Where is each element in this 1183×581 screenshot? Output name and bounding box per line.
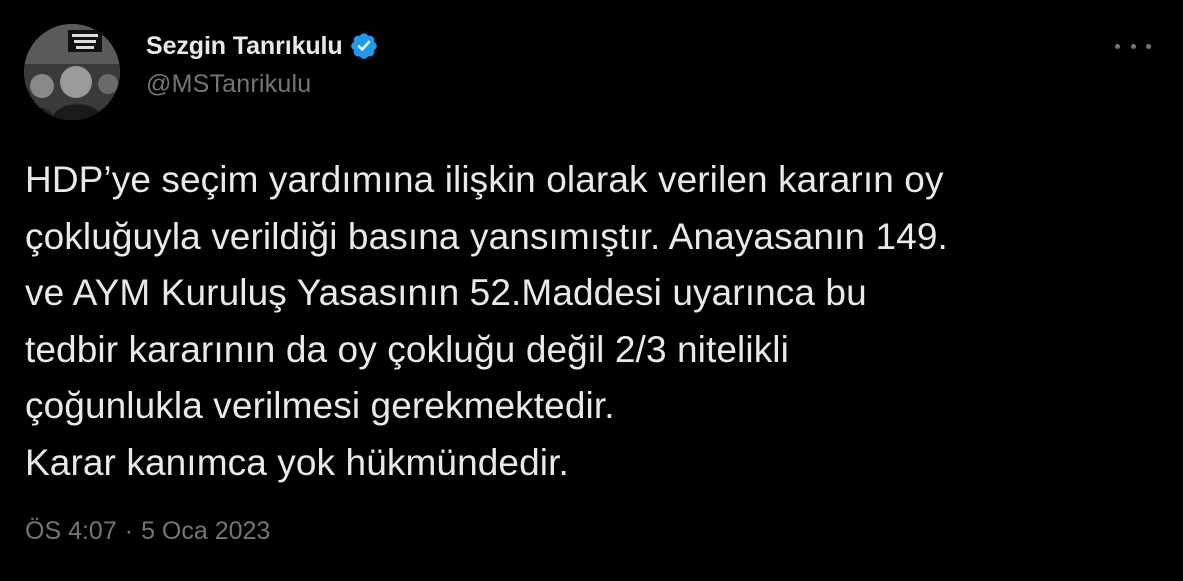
user-handle[interactable]: @MSTanrikulu (146, 70, 379, 99)
name-row: Sezgin Tanrıkulu (146, 30, 379, 62)
dot (1130, 43, 1136, 49)
meta-separator: · (124, 517, 134, 545)
tweet-card: Sezgin Tanrıkulu @MSTanrikulu HDP’ye seç… (0, 0, 1183, 581)
tweet-text: HDP’ye seçim yardımına ilişkin olarak ve… (25, 159, 948, 483)
author-block: Sezgin Tanrıkulu @MSTanrikulu (146, 30, 379, 99)
avatar[interactable] (24, 24, 120, 120)
dot (1146, 43, 1151, 49)
more-options-icon[interactable] (1115, 34, 1151, 58)
tweet-date: 5 Oca 2023 (141, 517, 271, 545)
profile-photo (24, 24, 120, 120)
tweet-timestamp[interactable]: ÖS 4:07 · 5 Oca 2023 (25, 517, 270, 546)
verified-badge-icon (349, 31, 379, 61)
display-name[interactable]: Sezgin Tanrıkulu (146, 32, 343, 61)
dot (1115, 43, 1120, 49)
tweet-time: ÖS 4:07 (25, 517, 117, 545)
